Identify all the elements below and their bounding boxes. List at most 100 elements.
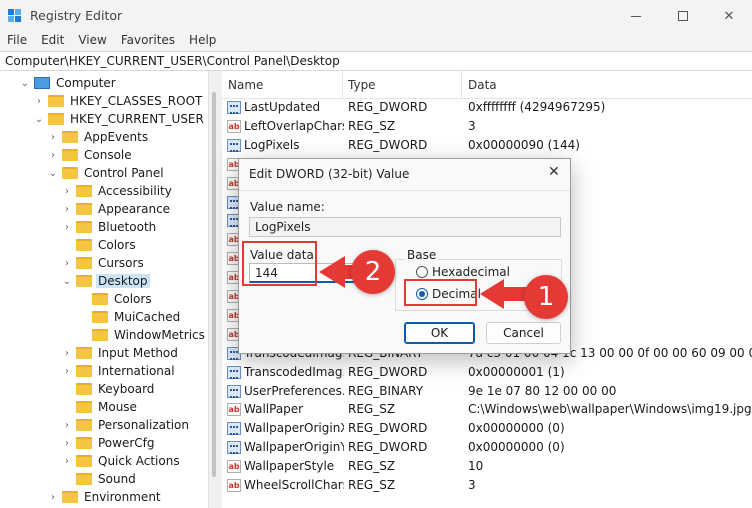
cell-name: WallpaperStyle	[244, 459, 335, 474]
column-header-name[interactable]: Name	[228, 78, 263, 92]
cell-name: WheelScrollChars	[244, 478, 344, 492]
chevron-down-icon[interactable]: ⌄	[34, 114, 44, 125]
cancel-button[interactable]: Cancel	[486, 322, 561, 344]
registry-tree[interactable]: ⌄ Computer › HKEY_CLASSES_ROOT ⌄ HKEY_CURRENT…	[0, 71, 208, 508]
maximize-button[interactable]	[660, 0, 706, 32]
column-divider[interactable]	[342, 71, 343, 99]
tree-node[interactable]: MuiCached	[78, 308, 182, 326]
tree-node[interactable]: › Input Method	[62, 344, 180, 362]
minimize-button[interactable]	[613, 0, 659, 32]
tree-node[interactable]: › Environment	[48, 488, 163, 506]
column-header-data[interactable]: Data	[468, 78, 497, 92]
cell-name: LastUpdated	[244, 100, 321, 114]
address-bar[interactable]: Computer\HKEY_CURRENT_USER\Control Panel…	[0, 51, 752, 71]
folder-icon	[92, 311, 108, 323]
tree-node[interactable]: ⌄ Computer	[20, 74, 118, 92]
chevron-right-icon[interactable]: ›	[34, 96, 44, 107]
chevron-right-icon[interactable]: ›	[48, 150, 58, 161]
cell-type: REG_DWORD	[348, 364, 428, 379]
string-icon: ab	[227, 119, 241, 133]
folder-icon	[76, 365, 92, 377]
menu-view[interactable]: View	[71, 32, 113, 51]
cell-name: WallpaperOriginX	[244, 421, 344, 436]
chevron-right-icon[interactable]: ›	[62, 348, 72, 359]
minimize-icon	[631, 15, 641, 17]
column-header-type[interactable]: Type	[348, 78, 376, 92]
table-row[interactable]: ab LeftOverlapChars REG_SZ 3	[222, 117, 752, 136]
table-row[interactable]: TranscodedImag... REG_DWORD 0x00000001 (1)	[222, 363, 752, 382]
tree-scrollbar-thumb[interactable]	[212, 92, 216, 477]
string-icon: ab	[227, 403, 241, 417]
tree-node[interactable]: › Cursors	[62, 254, 146, 272]
cell-data: 0x00000001 (1)	[468, 364, 565, 379]
table-row[interactable]: WallpaperOriginX REG_DWORD 0x00000000 (0)	[222, 419, 752, 438]
cell-data: 3	[468, 118, 476, 133]
chevron-down-icon[interactable]: ⌄	[48, 168, 58, 179]
chevron-right-icon[interactable]: ›	[62, 204, 72, 215]
tree-node[interactable]: Mouse	[62, 398, 139, 416]
hexadecimal-radio[interactable]	[416, 266, 428, 278]
string-icon: ab	[227, 479, 241, 492]
tree-node[interactable]: ⌄ Control Panel	[48, 164, 166, 182]
tree-node[interactable]: ⌄ Desktop	[62, 272, 150, 290]
tree-node[interactable]: › HKEY_CLASSES_ROOT	[34, 92, 204, 110]
tree-node[interactable]: › Bluetooth	[62, 218, 158, 236]
table-row[interactable]: LogPixels REG_DWORD 0x00000090 (144)	[222, 136, 752, 155]
tree-node[interactable]: › Console	[48, 146, 134, 164]
menu-help[interactable]: Help	[182, 32, 223, 51]
menu-edit[interactable]: Edit	[34, 32, 71, 51]
table-row[interactable]: ab WallPaper REG_SZ C:\Windows\web\wallpape…	[222, 400, 752, 419]
chevron-right-icon[interactable]: ›	[62, 420, 72, 431]
tree-node[interactable]: › Appearance	[62, 200, 172, 218]
tree-node[interactable]: › International	[62, 362, 177, 380]
tree-node-label: HKEY_CLASSES_ROOT	[70, 94, 203, 108]
table-row[interactable]: UserPreferences... REG_BINARY 9e 1e 07 80 …	[222, 382, 752, 401]
chevron-right-icon[interactable]: ›	[62, 456, 72, 467]
menu-favorites[interactable]: Favorites	[114, 32, 182, 51]
folder-icon	[62, 167, 78, 179]
tree-node-label: Console	[84, 148, 132, 162]
window-title: Registry Editor	[30, 8, 123, 23]
tree-node[interactable]: Colors	[78, 290, 154, 308]
tree-node[interactable]: › Quick Actions	[62, 452, 182, 470]
tree-node-label: PowerCfg	[98, 436, 155, 450]
tree-node[interactable]: Sound	[62, 470, 138, 488]
cell-data: 3	[468, 478, 476, 492]
chevron-right-icon[interactable]: ›	[62, 366, 72, 377]
chevron-right-icon[interactable]: ›	[62, 258, 72, 269]
tree-node[interactable]: Keyboard	[62, 380, 156, 398]
table-row[interactable]: ab WheelScrollChars REG_SZ 3	[222, 476, 752, 495]
close-button[interactable]: ✕	[706, 0, 752, 32]
tree-node-label: HKEY_CURRENT_USER	[70, 112, 204, 126]
cell-type: REG_SZ	[348, 402, 396, 417]
tree-node[interactable]: Colors	[62, 236, 138, 254]
chevron-right-icon[interactable]: ›	[48, 492, 58, 503]
table-row[interactable]: ab WallpaperStyle REG_SZ 10	[222, 457, 752, 476]
chevron-right-icon[interactable]: ›	[48, 132, 58, 143]
tree-node[interactable]: › Accessibility	[62, 182, 174, 200]
tree-node[interactable]: › Personalization	[62, 416, 191, 434]
cell-name: WallPaper	[244, 402, 304, 417]
dialog-close-icon[interactable]: ✕	[548, 164, 560, 180]
table-row[interactable]: LastUpdated REG_DWORD 0xffffffff (42949672…	[222, 98, 752, 117]
tree-node-label: International	[98, 364, 175, 378]
chevron-right-icon[interactable]: ›	[62, 222, 72, 233]
folder-icon	[92, 293, 108, 305]
tree-node[interactable]: › AppEvents	[48, 128, 150, 146]
folder-icon	[76, 239, 92, 251]
dword-icon	[227, 101, 241, 114]
ok-button[interactable]: OK	[404, 322, 475, 344]
chevron-right-icon[interactable]: ›	[62, 438, 72, 449]
cell-data: 10	[468, 459, 484, 474]
table-row[interactable]: WallpaperOriginY REG_DWORD 0x00000000 (0)	[222, 438, 752, 457]
tree-node-label: Control Panel	[84, 166, 164, 180]
column-divider[interactable]	[461, 71, 462, 99]
tree-node[interactable]: WindowMetrics	[78, 326, 207, 344]
tree-node-label: Desktop	[96, 274, 150, 288]
tree-node[interactable]: ⌄ HKEY_CURRENT_USER	[34, 110, 206, 128]
chevron-down-icon[interactable]: ⌄	[62, 276, 72, 287]
chevron-down-icon[interactable]: ⌄	[20, 78, 30, 89]
menu-file[interactable]: File	[0, 32, 34, 51]
chevron-right-icon[interactable]: ›	[62, 186, 72, 197]
tree-node[interactable]: › PowerCfg	[62, 434, 157, 452]
